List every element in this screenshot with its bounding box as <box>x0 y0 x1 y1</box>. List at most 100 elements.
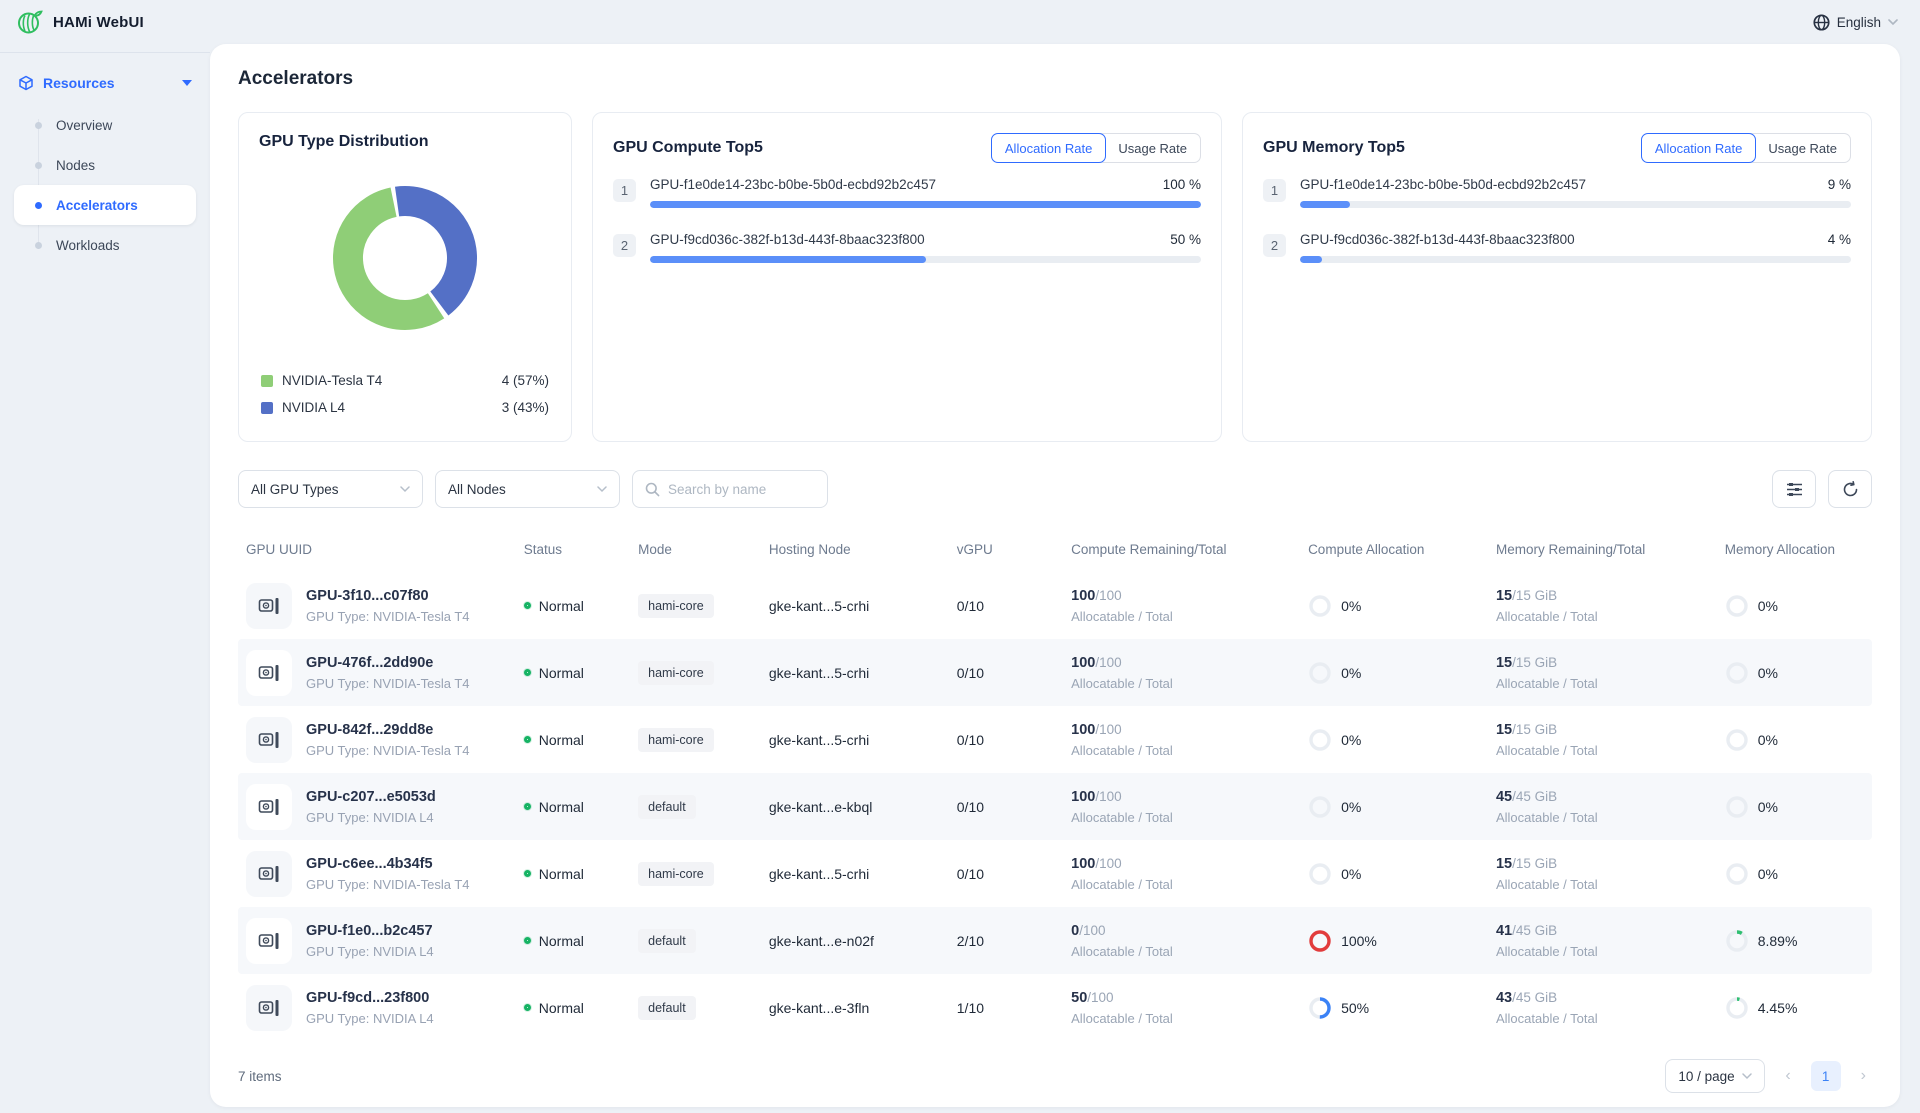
compute-allocation-label: 100% <box>1341 933 1377 949</box>
gpu-type-select[interactable]: All GPU Types <box>238 470 423 508</box>
progress-fill <box>650 201 1201 208</box>
hosting-node: gke-kant...5-crhi <box>761 866 949 882</box>
allocation-rate-button[interactable]: Allocation Rate <box>1641 133 1756 163</box>
memory-sub-caption: Allocatable / Total <box>1496 743 1709 758</box>
tree-dot <box>35 122 42 129</box>
compute-allocation-ring <box>1308 728 1332 752</box>
mode-tag: hami-core <box>638 661 714 685</box>
memory-allocation-ring <box>1725 795 1749 819</box>
table-row[interactable]: GPU-f1e0...b2c457 GPU Type: NVIDIA L4 No… <box>238 907 1872 974</box>
hosting-node: gke-kant...e-n02f <box>761 933 949 949</box>
sidebar-item-accelerators[interactable]: Accelerators <box>14 185 196 225</box>
gpu-icon <box>246 583 292 629</box>
compute-top5-list: 1 GPU-f1e0de14-23bc-b0be-5b0d-ecbd92b2c4… <box>613 177 1201 263</box>
donut-chart <box>259 151 551 365</box>
status-text: Normal <box>539 1000 584 1016</box>
compute-allocation-ring <box>1308 929 1332 953</box>
vgpu-value: 0/10 <box>949 732 1063 748</box>
gpu-percent: 100 % <box>1163 177 1201 192</box>
compute-total: /100 <box>1095 655 1121 670</box>
prev-page-icon[interactable]: ‹ <box>1779 1067 1796 1085</box>
sidebar-item-overview[interactable]: Overview <box>0 105 196 145</box>
table-row[interactable]: GPU-3f10...c07f80 GPU Type: NVIDIA-Tesla… <box>238 572 1872 639</box>
gpu-percent: 9 % <box>1828 177 1851 192</box>
items-count: 7 items <box>238 1069 282 1084</box>
table-row[interactable]: GPU-842f...29dd8e GPU Type: NVIDIA-Tesla… <box>238 706 1872 773</box>
compute-total: /100 <box>1087 990 1113 1005</box>
col-hosting-node: Hosting Node <box>761 542 949 557</box>
table-row[interactable]: GPU-f9cd...23f800 GPU Type: NVIDIA L4 No… <box>238 974 1872 1041</box>
hosting-node: gke-kant...5-crhi <box>761 665 949 681</box>
refresh-button[interactable] <box>1828 470 1872 508</box>
vgpu-value: 0/10 <box>949 799 1063 815</box>
pie-card-title: GPU Type Distribution <box>259 133 551 151</box>
compute-sub-caption: Allocatable / Total <box>1071 676 1292 691</box>
gpu-type: GPU Type: NVIDIA-Tesla T4 <box>306 676 470 691</box>
rank-badge: 2 <box>613 234 636 257</box>
progress-track <box>650 256 1201 263</box>
column-settings-icon <box>1786 482 1803 497</box>
compute-allocation-label: 0% <box>1341 665 1361 681</box>
gpu-uuid: GPU-c207...e5053d <box>306 789 436 805</box>
legend-value: 4 (57%) <box>502 373 549 388</box>
column-settings-button[interactable] <box>1772 470 1816 508</box>
col-gpu-uuid: GPU UUID <box>238 542 516 557</box>
compute-allocation-ring <box>1308 795 1332 819</box>
brand: HAMi WebUI <box>16 9 144 36</box>
tree-dot <box>35 162 42 169</box>
sidebar-item-nodes[interactable]: Nodes <box>0 145 196 185</box>
compute-allocation-ring <box>1308 862 1332 886</box>
memory-allocation-ring <box>1725 661 1749 685</box>
gpu-uuid: GPU-f1e0...b2c457 <box>306 923 434 939</box>
progress-track <box>650 201 1201 208</box>
search-input[interactable] <box>668 482 815 497</box>
memory-allocation-ring <box>1725 594 1749 618</box>
table-header: GPU UUID Status Mode Hosting Node vGPU C… <box>238 526 1872 572</box>
sidebar-item-workloads[interactable]: Workloads <box>0 225 196 265</box>
compute-remaining: 100 <box>1071 655 1095 671</box>
gpu-name: GPU-f9cd036c-382f-b13d-443f-8baac323f800 <box>1300 232 1575 247</box>
sidebar-section-resources[interactable]: Resources <box>0 67 210 99</box>
sidebar-divider <box>0 52 210 53</box>
gpu-icon <box>246 650 292 696</box>
compute-top5-title: GPU Compute Top5 <box>613 139 763 157</box>
node-select[interactable]: All Nodes <box>435 470 620 508</box>
vgpu-value: 0/10 <box>949 598 1063 614</box>
table-row[interactable]: GPU-476f...2dd90e GPU Type: NVIDIA-Tesla… <box>238 639 1872 706</box>
table-row[interactable]: GPU-c207...e5053d GPU Type: NVIDIA L4 No… <box>238 773 1872 840</box>
memory-remaining: 15 <box>1496 722 1512 738</box>
compute-total: /100 <box>1095 588 1121 603</box>
app-title: HAMi WebUI <box>53 14 144 31</box>
next-page-icon[interactable]: › <box>1855 1067 1872 1085</box>
memory-allocation-ring <box>1725 996 1749 1020</box>
memory-allocation-ring <box>1725 929 1749 953</box>
memory-remaining: 15 <box>1496 655 1512 671</box>
top5-row: 1 GPU-f1e0de14-23bc-b0be-5b0d-ecbd92b2c4… <box>1263 177 1851 208</box>
vgpu-value: 1/10 <box>949 1000 1063 1016</box>
refresh-icon <box>1842 481 1859 498</box>
compute-remaining: 100 <box>1071 588 1095 604</box>
memory-allocation-ring <box>1725 728 1749 752</box>
gpu-type: GPU Type: NVIDIA L4 <box>306 810 436 825</box>
page-number-button[interactable]: 1 <box>1811 1061 1841 1091</box>
progress-fill <box>1300 201 1350 208</box>
usage-rate-button[interactable]: Usage Rate <box>1750 133 1851 163</box>
progress-fill <box>650 256 926 263</box>
legend-item[interactable]: NVIDIA-Tesla T4 4 (57%) <box>259 367 551 394</box>
gpu-icon <box>246 985 292 1031</box>
gpu-compute-top5-card: GPU Compute Top5 Allocation Rate Usage R… <box>592 112 1222 442</box>
allocation-rate-button[interactable]: Allocation Rate <box>991 133 1106 163</box>
sidebar-tree: Overview Nodes Accelerators Workloads <box>0 105 210 265</box>
mode-tag: default <box>638 996 696 1020</box>
legend-item[interactable]: NVIDIA L4 3 (43%) <box>259 394 551 421</box>
memory-allocation-label: 0% <box>1758 866 1778 882</box>
legend-value: 3 (43%) <box>502 400 549 415</box>
page-size-select[interactable]: 10 / page <box>1665 1059 1765 1093</box>
memory-allocation-label: 0% <box>1758 598 1778 614</box>
status-dot-icon <box>524 870 531 877</box>
memory-allocation-label: 8.89% <box>1758 933 1798 949</box>
language-switcher[interactable]: English <box>1813 14 1898 31</box>
usage-rate-button[interactable]: Usage Rate <box>1100 133 1201 163</box>
memory-total: /15 GiB <box>1512 722 1557 737</box>
table-row[interactable]: GPU-c6ee...4b34f5 GPU Type: NVIDIA-Tesla… <box>238 840 1872 907</box>
